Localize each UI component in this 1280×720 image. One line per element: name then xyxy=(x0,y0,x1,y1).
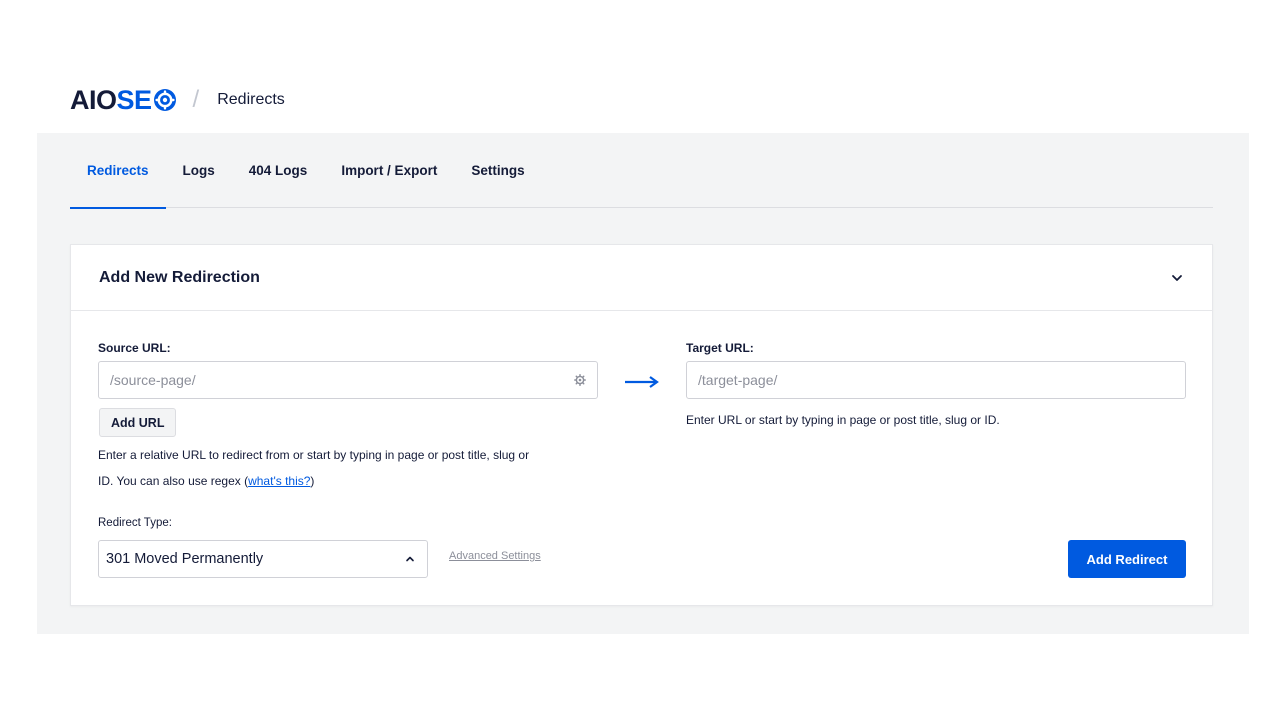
add-redirect-button[interactable]: Add Redirect xyxy=(1068,540,1186,578)
source-help-suffix: ) xyxy=(310,474,315,488)
tab-redirects[interactable]: Redirects xyxy=(70,133,166,209)
redirect-type-label: Redirect Type: xyxy=(98,517,172,529)
arrow-right-icon xyxy=(625,376,659,388)
page-header: AIO SE / Redirects xyxy=(70,84,285,116)
tab-settings[interactable]: Settings xyxy=(454,133,541,208)
add-redirection-card: Add New Redirection Source URL: Add URL … xyxy=(70,244,1213,606)
tab-import-export[interactable]: Import / Export xyxy=(324,133,454,208)
card-title: Add New Redirection xyxy=(99,268,260,286)
breadcrumb-separator: / xyxy=(192,86,200,113)
add-url-button[interactable]: Add URL xyxy=(99,408,177,437)
chevron-up-icon xyxy=(406,556,414,562)
redirect-type-select[interactable]: 301 Moved Permanently xyxy=(98,540,428,578)
card-header[interactable]: Add New Redirection xyxy=(71,245,1212,311)
target-help-text: Enter URL or start by typing in page or … xyxy=(686,413,1000,427)
source-url-field[interactable] xyxy=(98,361,598,399)
logo-text-aio: AIO xyxy=(70,84,117,115)
source-url-input[interactable] xyxy=(110,372,574,388)
gear-icon[interactable] xyxy=(574,374,586,386)
source-help-line1: Enter a relative URL to redirect from or… xyxy=(98,448,530,462)
advanced-settings-link[interactable]: Advanced Settings xyxy=(449,550,541,562)
chevron-down-icon[interactable] xyxy=(1170,271,1184,285)
redirect-type-value: 301 Moved Permanently xyxy=(106,551,264,567)
logo-text-se: SE xyxy=(116,84,153,115)
logo-gear-icon xyxy=(153,89,176,111)
breadcrumb-current: Redirects xyxy=(217,91,285,108)
tab-404-logs[interactable]: 404 Logs xyxy=(232,133,325,208)
whats-this-link[interactable]: what's this? xyxy=(248,474,310,488)
source-help-prefix: ID. You can also use regex ( xyxy=(98,474,249,488)
tab-bar: Redirects Logs 404 Logs Import / Export … xyxy=(70,133,1213,209)
source-help-text: Enter a relative URL to redirect from or… xyxy=(98,442,618,494)
tab-logs[interactable]: Logs xyxy=(166,133,232,208)
source-help-line2: ID. You can also use regex (what's this?… xyxy=(98,468,618,494)
target-url-label: Target URL: xyxy=(686,341,754,355)
target-url-field[interactable] xyxy=(686,361,1186,399)
source-url-label: Source URL: xyxy=(98,341,171,355)
aioseo-logo: AIO SE xyxy=(70,84,177,115)
target-url-input[interactable] xyxy=(698,372,1174,388)
